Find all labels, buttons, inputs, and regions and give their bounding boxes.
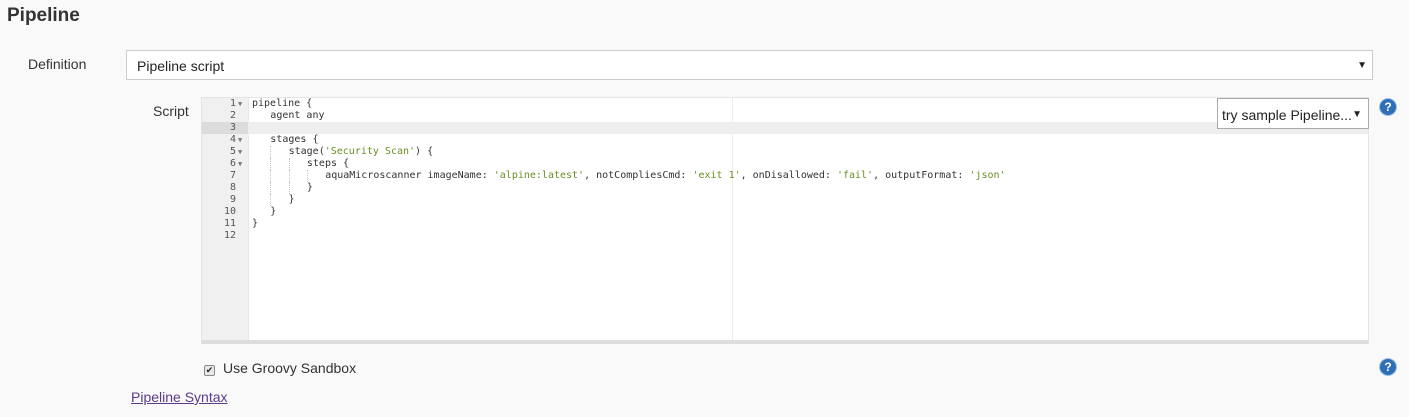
groovy-sandbox-checkbox[interactable]: ✔ — [204, 365, 215, 376]
indent-guide — [270, 194, 272, 206]
code-string: 'Security Scan' — [324, 146, 416, 157]
indent-guide — [288, 182, 290, 194]
indent-guide — [288, 170, 290, 182]
code-line: 11} — [202, 218, 1368, 230]
code-token: pipeline { — [252, 98, 313, 109]
code-text: stage('Security Scan') { — [289, 146, 434, 158]
fold-arrow-icon[interactable]: ▼ — [238, 134, 242, 146]
script-editor[interactable]: 1 ▼ pipeline {2 agent any 3 4 ▼ stages {5 ▼ stage… — [201, 97, 1369, 344]
code-line: 5 ▼ stage('Security Scan') { — [202, 146, 1368, 158]
line-number: 12 — [223, 230, 236, 241]
definition-select-value: Pipeline script — [137, 58, 225, 74]
definition-select[interactable]: Pipeline script ▼ — [126, 50, 1373, 80]
code-text: aquaMicroscanner imageName: 'alpine:late… — [325, 170, 1005, 182]
code-token: , onDisallowed: — [740, 170, 837, 181]
line-number: 11 — [223, 218, 236, 229]
line-number: 2 — [229, 110, 236, 121]
code-text: } — [252, 218, 258, 230]
indent-guide — [306, 170, 308, 182]
fold-arrow-icon[interactable]: ▼ — [238, 98, 242, 110]
line-number: 3 — [229, 122, 236, 133]
code-string: 'json' — [969, 170, 1006, 181]
code-text: } — [289, 194, 295, 206]
line-number: 8 — [229, 182, 236, 193]
pipeline-syntax-link[interactable]: Pipeline Syntax — [131, 389, 228, 405]
code-text: stages { — [270, 134, 318, 146]
code-line: 4 ▼ stages { — [202, 134, 1368, 146]
code-token: , notCompliesCmd: — [584, 170, 693, 181]
code-line: 7 aquaMicroscanner imageName: 'alpine:lat… — [202, 170, 1368, 182]
code-token: , outputFormat: — [873, 170, 970, 181]
indent-guide — [270, 182, 272, 194]
code-token: aquaMicroscanner imageName: — [325, 170, 494, 181]
line-number: 6 — [229, 158, 236, 169]
indent-guide — [270, 146, 272, 158]
code-token: } — [288, 194, 295, 205]
line-number: 9 — [229, 194, 236, 205]
line-number: 7 — [229, 170, 236, 181]
fold-arrow-icon[interactable]: ▼ — [238, 146, 242, 158]
code-line: 12 — [202, 230, 1368, 242]
code-token: } — [306, 182, 313, 193]
code-text: pipeline { — [252, 98, 312, 110]
script-label: Script — [153, 103, 189, 119]
code-token: steps { — [306, 158, 350, 169]
line-number: 4 — [229, 134, 236, 145]
code-string: 'fail' — [836, 170, 874, 181]
sample-select-value: try sample Pipeline... — [1222, 107, 1352, 123]
section-title: Pipeline — [7, 5, 80, 26]
code-line: 3 — [202, 122, 1368, 134]
code-token: agent any — [270, 110, 325, 121]
help-icon[interactable]: ? — [1380, 99, 1396, 115]
dropdown-arrow-icon: ▼ — [1357, 60, 1367, 71]
code-line: 2 agent any — [202, 110, 1368, 122]
code-text: } — [307, 182, 313, 194]
code-token: } — [270, 206, 277, 217]
code-string: 'alpine:latest' — [493, 170, 585, 181]
code-token: ) { — [415, 146, 434, 157]
fold-arrow-icon[interactable]: ▼ — [238, 158, 242, 170]
code-line: 9} — [202, 194, 1368, 206]
code-text: agent any — [270, 110, 324, 122]
code-token: stage( — [288, 146, 325, 157]
code-line: 8} — [202, 182, 1368, 194]
code-token: } — [252, 218, 259, 229]
help-icon[interactable]: ? — [1380, 359, 1396, 375]
line-number: 10 — [223, 206, 236, 217]
line-number: 5 — [229, 146, 236, 157]
line-number: 1 — [229, 98, 236, 109]
indent-guide — [288, 158, 290, 170]
code-string: 'exit 1' — [692, 170, 741, 181]
definition-label: Definition — [28, 56, 87, 72]
indent-guide — [270, 170, 272, 182]
dropdown-arrow-icon: ▼ — [1352, 109, 1362, 120]
code-line: 1 ▼ pipeline { — [202, 98, 1368, 110]
code-token: stages { — [270, 134, 319, 145]
try-sample-pipeline-select[interactable]: try sample Pipeline... ▼ — [1217, 98, 1369, 129]
code-line: 6 ▼ steps { — [202, 158, 1368, 170]
groovy-sandbox-label: Use Groovy Sandbox — [223, 360, 357, 376]
indent-guide — [270, 158, 272, 170]
code-text: steps { — [307, 158, 349, 170]
code-text: } — [270, 206, 276, 218]
code-line: 10} — [202, 206, 1368, 218]
